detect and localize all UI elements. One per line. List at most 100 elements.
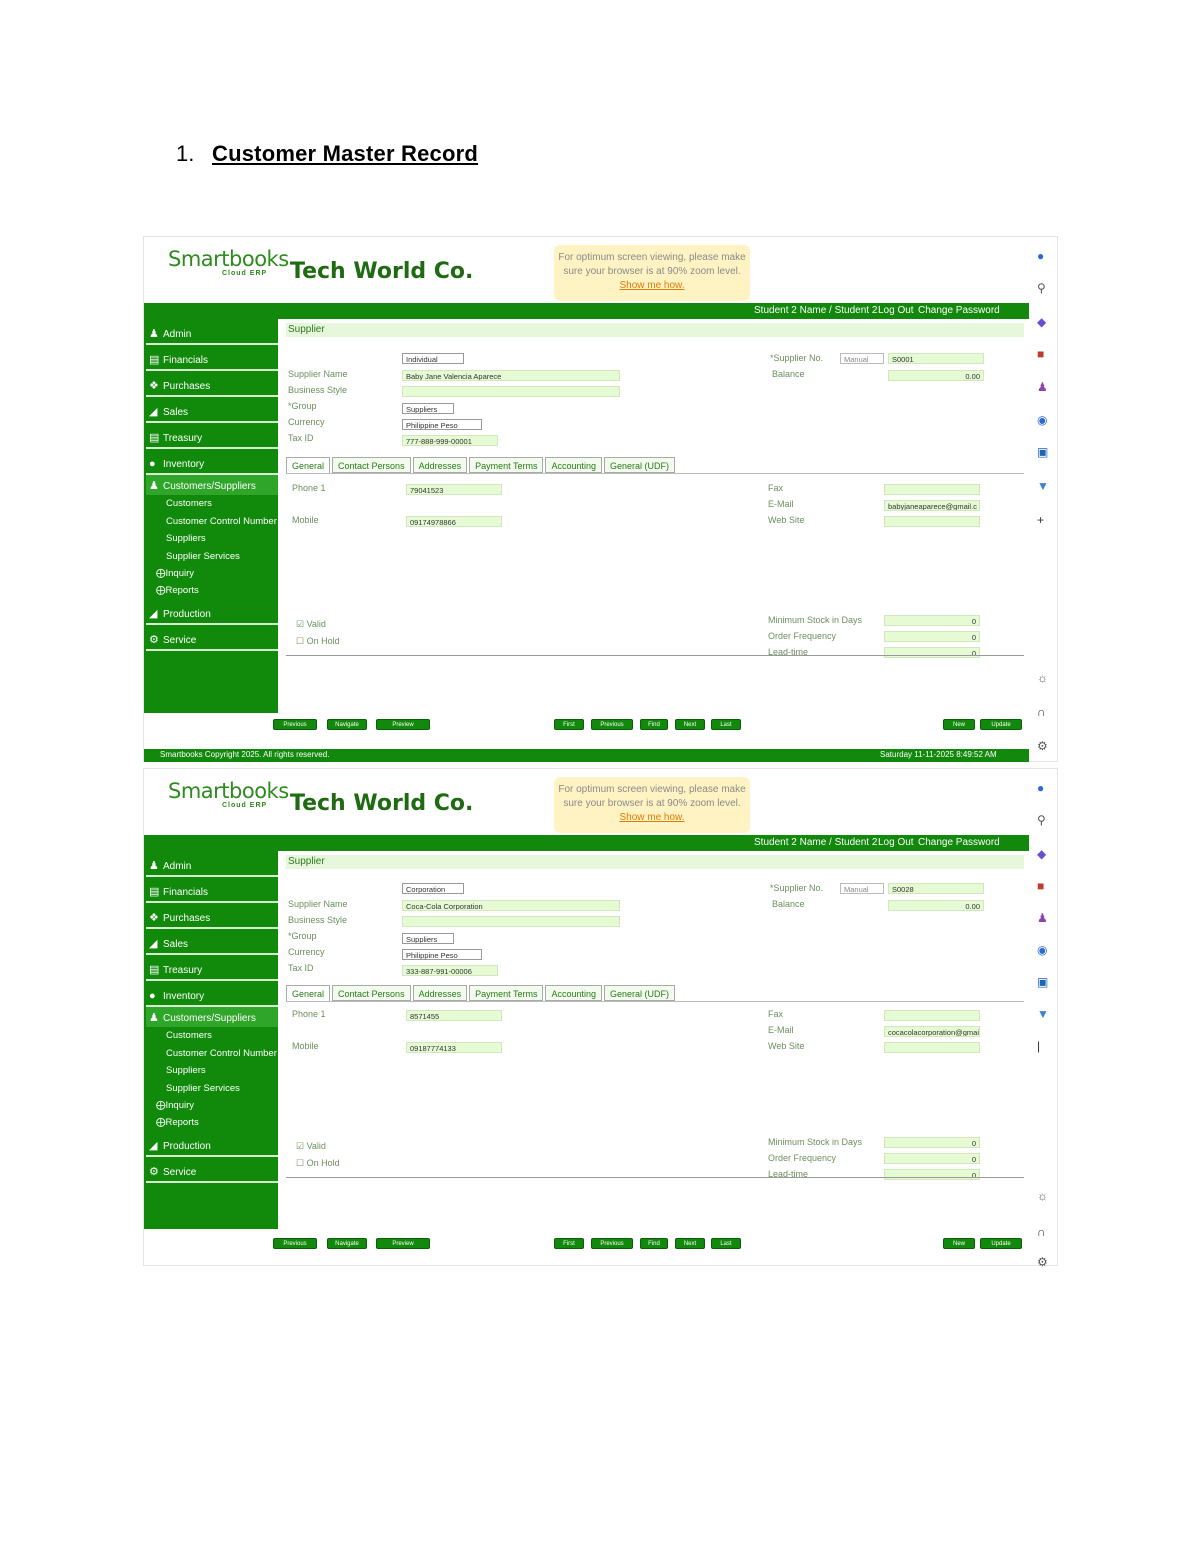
tab-contact-persons[interactable]: Contact Persons	[332, 985, 411, 1001]
tag-icon[interactable]: ◆	[1037, 847, 1046, 861]
on-hold-checkbox[interactable]: ☐ On Hold	[296, 1158, 340, 1169]
update-button[interactable]: Update	[980, 1238, 1022, 1249]
mobile-field[interactable]: 09174978866	[406, 516, 502, 527]
chess-icon[interactable]: ♟	[1037, 911, 1048, 925]
tax-id-field[interactable]: 333-887-991-00006	[402, 965, 498, 976]
nav-service[interactable]: ⚙ Service	[146, 625, 278, 651]
bell-icon[interactable]: ●	[1037, 781, 1044, 795]
previous-action-button[interactable]: Previous	[273, 1238, 317, 1249]
group-select[interactable]: Suppliers	[402, 933, 454, 944]
layout-icon[interactable]: ∩	[1037, 705, 1046, 719]
change-password-link[interactable]: Change Password	[918, 837, 1000, 848]
outlook-icon[interactable]: ▣	[1037, 975, 1048, 989]
nav-suppliers[interactable]: Suppliers	[144, 1062, 278, 1080]
chess-icon[interactable]: ♟	[1037, 380, 1048, 394]
nav-purchases[interactable]: ❖ Purchases	[146, 903, 278, 929]
office-icon[interactable]: ◉	[1037, 413, 1047, 427]
tab-general[interactable]: General	[286, 985, 331, 1001]
nav-customers-suppliers[interactable]: ♟ Customers/Suppliers	[146, 1007, 278, 1027]
nav-admin[interactable]: ♟ Admin	[146, 851, 278, 877]
numbering-select[interactable]: Manual	[840, 353, 884, 364]
find-button[interactable]: Find	[640, 719, 668, 730]
last-button[interactable]: Last	[711, 719, 741, 730]
min-stock-field[interactable]: 0	[884, 615, 980, 626]
add-icon[interactable]: +	[1037, 513, 1044, 527]
first-button[interactable]: First	[554, 1238, 584, 1249]
valid-checkbox[interactable]: ☑ Valid	[296, 1141, 326, 1152]
nav-admin[interactable]: ♟ Admin	[146, 319, 278, 345]
bell-icon[interactable]: ●	[1037, 249, 1044, 263]
show-me-how-link[interactable]: Show me how.	[554, 811, 750, 825]
logout-link[interactable]: Log Out	[878, 305, 914, 316]
nav-production[interactable]: ◢ Production	[146, 599, 278, 625]
nav-production[interactable]: ◢ Production	[146, 1131, 278, 1157]
nav-inquiry[interactable]: ⨁Inquiry	[144, 1097, 278, 1114]
group-select[interactable]: Suppliers	[402, 403, 454, 414]
new-button[interactable]: New	[943, 1238, 975, 1249]
navigate-button[interactable]: Navigate	[327, 719, 367, 730]
email-field[interactable]: cocacolacorporation@gmail.	[884, 1026, 980, 1037]
nav-financials[interactable]: ▤ Financials	[146, 345, 278, 371]
website-field[interactable]	[884, 516, 980, 527]
nav-inquiry[interactable]: ⨁Inquiry	[144, 565, 278, 582]
nav-supplier-services[interactable]: Supplier Services	[144, 548, 278, 566]
nav-customers[interactable]: Customers	[144, 1027, 278, 1045]
nav-customers-suppliers[interactable]: ♟ Customers/Suppliers	[146, 475, 278, 495]
tab-contact-persons[interactable]: Contact Persons	[332, 457, 411, 473]
logout-link[interactable]: Log Out	[878, 837, 914, 848]
nav-customers[interactable]: Customers	[144, 495, 278, 513]
tax-id-field[interactable]: 777-888-999-00001	[402, 435, 498, 446]
fax-field[interactable]	[884, 484, 980, 495]
nav-service[interactable]: ⚙ Service	[146, 1157, 278, 1183]
tab-addresses[interactable]: Addresses	[412, 457, 468, 473]
lead-time-field[interactable]: 0	[884, 1169, 980, 1180]
currency-select[interactable]: Philippine Peso	[402, 419, 482, 430]
search-icon[interactable]: ⚲	[1037, 281, 1046, 295]
preview-button[interactable]: Preview	[376, 1238, 430, 1249]
nav-reports[interactable]: ⨁Reports	[144, 1114, 278, 1131]
phone1-field[interactable]: 79041523	[406, 484, 502, 495]
outlook-icon[interactable]: ▣	[1037, 445, 1048, 459]
min-stock-field[interactable]: 0	[884, 1137, 980, 1148]
tab-accounting[interactable]: Accounting	[545, 985, 602, 1001]
nav-financials[interactable]: ▤ Financials	[146, 877, 278, 903]
office-icon[interactable]: ◉	[1037, 943, 1047, 957]
nav-customer-control-number[interactable]: Customer Control Number	[144, 1045, 278, 1063]
order-frequency-field[interactable]: 0	[884, 631, 980, 642]
first-button[interactable]: First	[554, 719, 584, 730]
new-button[interactable]: New	[943, 719, 975, 730]
tab-general-udf[interactable]: General (UDF)	[604, 985, 676, 1001]
navigate-button[interactable]: Navigate	[327, 1238, 367, 1249]
supplier-type-select[interactable]: Individual	[402, 353, 464, 364]
nav-inventory[interactable]: ● Inventory	[146, 981, 278, 1007]
supplier-name-field[interactable]: Baby Jane Valencia Aparece	[402, 370, 620, 381]
preview-button[interactable]: Preview	[376, 719, 430, 730]
tab-general[interactable]: General	[286, 457, 331, 473]
search-icon[interactable]: ⚲	[1037, 813, 1046, 827]
nav-treasury[interactable]: ▤ Treasury	[146, 423, 278, 449]
supplier-no-field[interactable]: S0001	[888, 353, 984, 364]
fax-field[interactable]	[884, 1010, 980, 1021]
send-icon[interactable]: ▼	[1037, 479, 1049, 493]
tab-accounting[interactable]: Accounting	[545, 457, 602, 473]
order-frequency-field[interactable]: 0	[884, 1153, 980, 1164]
valid-checkbox[interactable]: ☑ Valid	[296, 619, 326, 630]
nav-sales[interactable]: ◢ Sales	[146, 929, 278, 955]
briefcase-icon[interactable]: ■	[1037, 347, 1044, 361]
next-button[interactable]: Next	[675, 719, 705, 730]
on-hold-checkbox[interactable]: ☐ On Hold	[296, 636, 340, 647]
previous-action-button[interactable]: Previous	[273, 719, 317, 730]
lead-time-field[interactable]: 0	[884, 647, 980, 658]
nav-supplier-services[interactable]: Supplier Services	[144, 1080, 278, 1098]
mobile-field[interactable]: 09187774133	[406, 1042, 502, 1053]
nav-customer-control-number[interactable]: Customer Control Number	[144, 513, 278, 531]
phone1-field[interactable]: 8571455	[406, 1010, 502, 1021]
show-me-how-link[interactable]: Show me how.	[554, 279, 750, 293]
nav-treasury[interactable]: ▤ Treasury	[146, 955, 278, 981]
previous-button[interactable]: Previous	[591, 719, 633, 730]
supplier-no-field[interactable]: S0028	[888, 883, 984, 894]
supplier-name-field[interactable]: Coca-Cola Corporation	[402, 900, 620, 911]
last-button[interactable]: Last	[711, 1238, 741, 1249]
previous-button[interactable]: Previous	[591, 1238, 633, 1249]
nav-purchases[interactable]: ❖ Purchases	[146, 371, 278, 397]
